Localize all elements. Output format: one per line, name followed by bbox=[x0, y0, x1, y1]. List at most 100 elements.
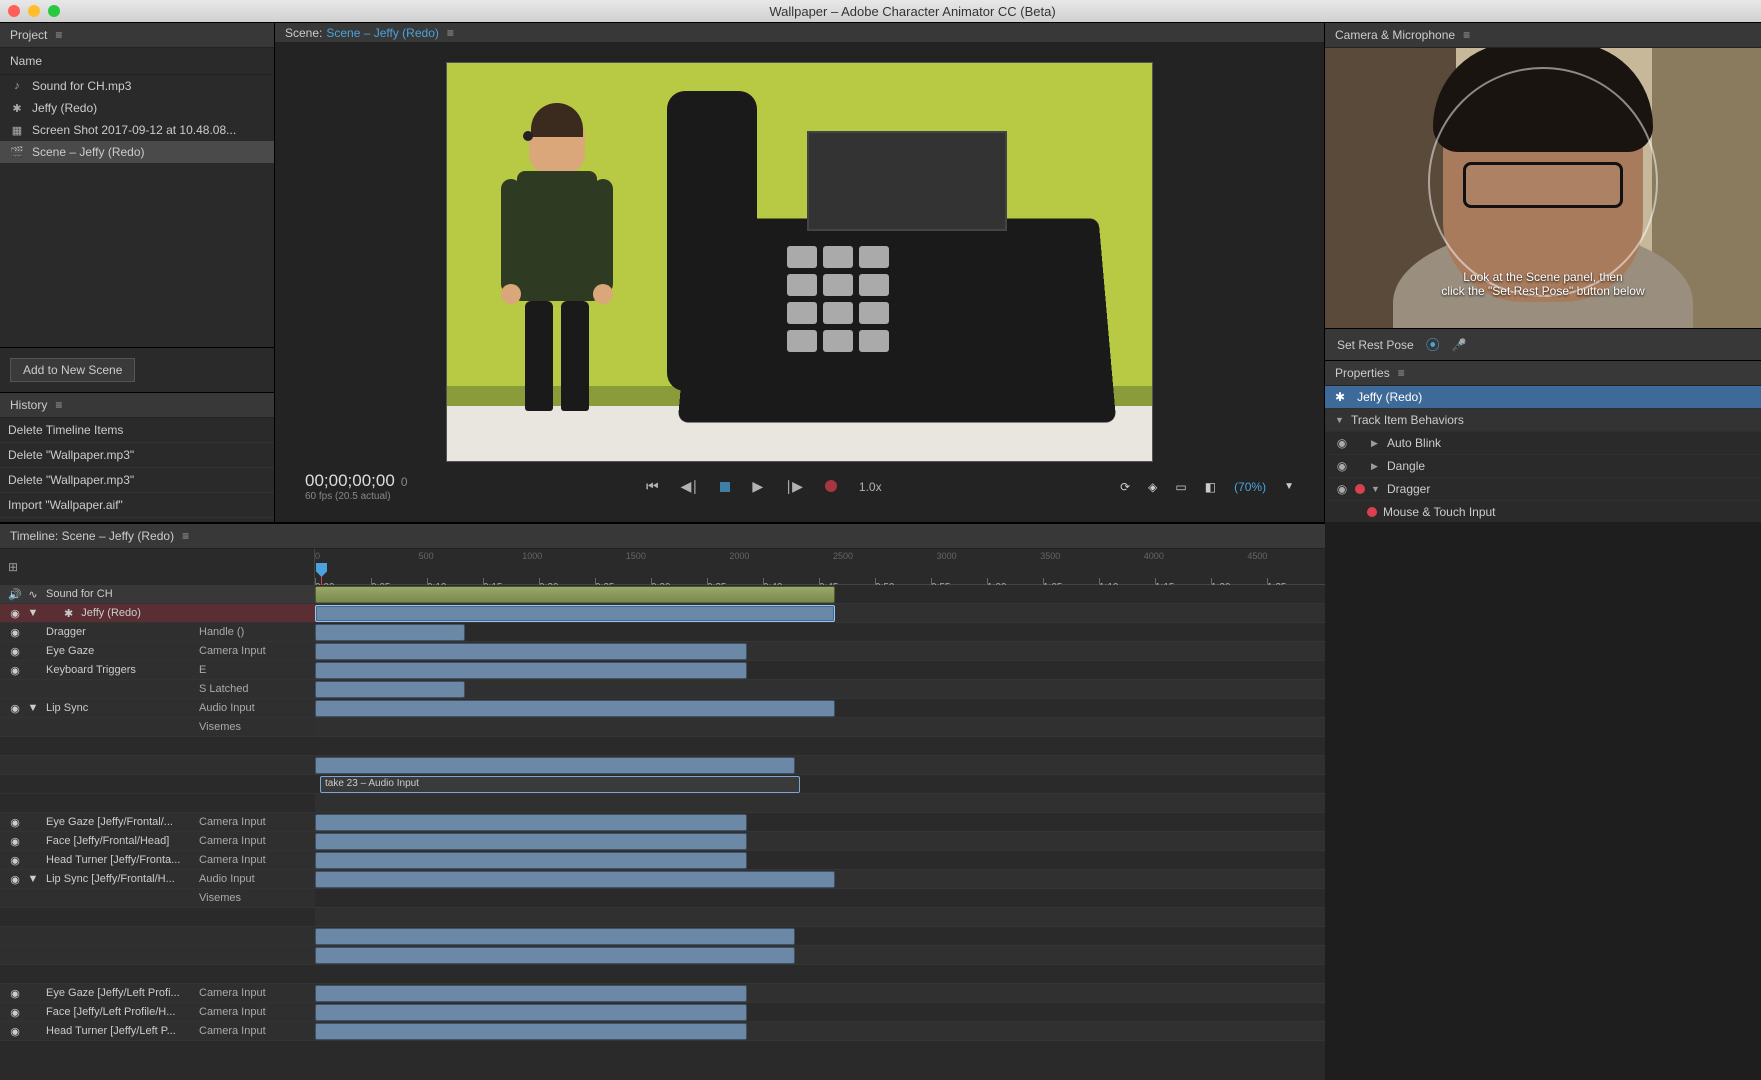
track-header[interactable]: ◉Keyboard TriggersE bbox=[0, 661, 315, 680]
eye-icon[interactable]: ◉ bbox=[1335, 459, 1349, 473]
track-lane[interactable] bbox=[315, 585, 1325, 604]
eye-icon[interactable]: ◉ bbox=[1335, 482, 1349, 496]
clip[interactable] bbox=[315, 643, 747, 660]
add-to-scene-button[interactable]: Add to New Scene bbox=[10, 358, 135, 382]
track-header[interactable]: S Latched bbox=[0, 680, 315, 699]
clip[interactable]: take 23 – Audio Input bbox=[320, 776, 800, 793]
play-button[interactable]: ▶ bbox=[752, 478, 763, 495]
step-forward-icon[interactable]: ∣▶ bbox=[785, 478, 803, 495]
track-header[interactable]: Visemes bbox=[0, 718, 315, 737]
track-lane[interactable]: take 23 – Audio Input bbox=[315, 775, 1325, 794]
track-header[interactable] bbox=[0, 927, 315, 946]
eye-icon[interactable]: ◉ bbox=[6, 873, 24, 886]
maximize-icon[interactable] bbox=[48, 5, 60, 17]
track-lane[interactable] bbox=[315, 623, 1325, 642]
clip[interactable] bbox=[315, 681, 465, 698]
chevron-down-icon[interactable]: ▼ bbox=[1284, 481, 1294, 492]
menu-icon[interactable]: ≡ bbox=[182, 529, 189, 543]
eye-icon[interactable]: ◉ bbox=[6, 702, 24, 715]
track-lanes[interactable]: take 23 – Audio Input bbox=[315, 585, 1325, 1080]
history-item[interactable]: Delete "Wallpaper.mp3" bbox=[0, 468, 274, 493]
track-lane[interactable] bbox=[315, 851, 1325, 870]
history-item[interactable]: Delete "Wallpaper.mp3" bbox=[0, 443, 274, 468]
clip[interactable] bbox=[315, 605, 835, 622]
stage[interactable] bbox=[447, 63, 1152, 461]
close-icon[interactable] bbox=[8, 5, 20, 17]
track-header[interactable]: ◉▼Lip SyncAudio Input bbox=[0, 699, 315, 718]
track-lane[interactable] bbox=[315, 718, 1325, 737]
eye-icon[interactable]: ◉ bbox=[6, 626, 24, 639]
playhead[interactable] bbox=[321, 563, 322, 585]
eye-icon[interactable]: ◉ bbox=[6, 1006, 24, 1019]
track-lane[interactable] bbox=[315, 946, 1325, 965]
clip[interactable] bbox=[315, 947, 795, 964]
behavior-dangle[interactable]: ◉▶Dangle bbox=[1325, 455, 1761, 478]
snapshot-icon[interactable]: ◈ bbox=[1148, 480, 1157, 494]
properties-header[interactable]: Properties ≡ bbox=[1325, 360, 1761, 386]
timeline-ruler[interactable]: 0500100015002000250030003500400045005000… bbox=[315, 549, 1325, 585]
history-item[interactable]: Delete Timeline Items bbox=[0, 418, 274, 443]
go-start-icon[interactable]: ⏮ bbox=[646, 478, 659, 495]
project-item[interactable]: ▦Screen Shot 2017-09-12 at 10.48.08... bbox=[0, 119, 274, 141]
track-lane[interactable] bbox=[315, 832, 1325, 851]
record-dot-icon[interactable] bbox=[1355, 484, 1365, 494]
track-lane[interactable] bbox=[315, 1022, 1325, 1041]
track-lane[interactable] bbox=[315, 965, 1325, 984]
clip[interactable] bbox=[315, 1023, 747, 1040]
track-header[interactable]: 🔊∿Sound for CH bbox=[0, 585, 315, 604]
menu-icon[interactable]: ≡ bbox=[1463, 28, 1470, 42]
track-lane[interactable] bbox=[315, 604, 1325, 623]
webcam-icon[interactable]: ⦿ bbox=[1426, 335, 1440, 355]
checker-icon[interactable]: ◧ bbox=[1205, 480, 1216, 494]
record-dot-icon[interactable] bbox=[1367, 507, 1377, 517]
track-lane[interactable] bbox=[315, 661, 1325, 680]
clip[interactable] bbox=[315, 662, 747, 679]
eye-icon[interactable]: ◉ bbox=[6, 987, 24, 1000]
clip[interactable] bbox=[315, 928, 795, 945]
zoom-level[interactable]: (70%) bbox=[1234, 480, 1266, 494]
record-button[interactable] bbox=[825, 479, 837, 495]
behavior-dragger[interactable]: ◉▼Dragger bbox=[1325, 478, 1761, 501]
property-row[interactable]: Mouse & Touch Input bbox=[1325, 501, 1761, 522]
track-lane[interactable] bbox=[315, 737, 1325, 756]
track-header[interactable] bbox=[0, 965, 315, 984]
stop-button[interactable] bbox=[720, 479, 730, 495]
workspace-icon[interactable]: ▭ bbox=[1175, 480, 1186, 494]
microphone-icon[interactable]: 🎤 bbox=[1452, 338, 1467, 352]
step-back-icon[interactable]: ◀∣ bbox=[681, 478, 699, 495]
track-header[interactable] bbox=[0, 794, 315, 813]
track-header[interactable]: ◉DraggerHandle () bbox=[0, 623, 315, 642]
track-header[interactable]: ◉▼✱Jeffy (Redo) bbox=[0, 604, 315, 623]
set-rest-pose-button[interactable]: Set Rest Pose bbox=[1337, 338, 1414, 352]
refresh-icon[interactable]: ⟳ bbox=[1120, 480, 1130, 494]
track-header[interactable] bbox=[0, 775, 315, 794]
menu-icon[interactable]: ≡ bbox=[55, 28, 62, 42]
track-header[interactable] bbox=[0, 756, 315, 775]
track-header[interactable]: ◉Face [Jeffy/Left Profile/H...Camera Inp… bbox=[0, 1003, 315, 1022]
track-header[interactable] bbox=[0, 908, 315, 927]
track-header[interactable]: ◉Face [Jeffy/Frontal/Head]Camera Input bbox=[0, 832, 315, 851]
property-puppet-header[interactable]: ✱Jeffy (Redo) bbox=[1325, 386, 1761, 409]
track-lane[interactable] bbox=[315, 699, 1325, 718]
eye-icon[interactable]: ◉ bbox=[6, 607, 24, 620]
camera-header[interactable]: Camera & Microphone ≡ bbox=[1325, 22, 1761, 48]
scene-name-link[interactable]: Scene – Jeffy (Redo) bbox=[326, 26, 439, 40]
vol-icon[interactable]: 🔊 bbox=[6, 588, 24, 601]
clip[interactable] bbox=[315, 624, 465, 641]
name-column-header[interactable]: Name bbox=[0, 48, 274, 75]
behavior-autoblink[interactable]: ◉▶Auto Blink bbox=[1325, 432, 1761, 455]
project-item[interactable]: 🎬Scene – Jeffy (Redo) bbox=[0, 141, 274, 163]
playback-speed[interactable]: 1.0x bbox=[859, 480, 882, 494]
track-lane[interactable] bbox=[315, 813, 1325, 832]
window-controls[interactable] bbox=[8, 5, 60, 17]
track-header[interactable]: ◉▼Lip Sync [Jeffy/Frontal/H...Audio Inpu… bbox=[0, 870, 315, 889]
project-header[interactable]: Project ≡ bbox=[0, 22, 274, 48]
eye-icon[interactable]: ◉ bbox=[1335, 436, 1349, 450]
clip[interactable] bbox=[315, 1004, 747, 1021]
track-lane[interactable] bbox=[315, 927, 1325, 946]
menu-icon[interactable]: ≡ bbox=[1398, 366, 1405, 380]
eye-icon[interactable]: ◉ bbox=[6, 816, 24, 829]
clip[interactable] bbox=[315, 586, 835, 603]
menu-icon[interactable]: ≡ bbox=[447, 26, 454, 40]
timecode[interactable]: 00;00;00;000 bbox=[305, 471, 408, 491]
